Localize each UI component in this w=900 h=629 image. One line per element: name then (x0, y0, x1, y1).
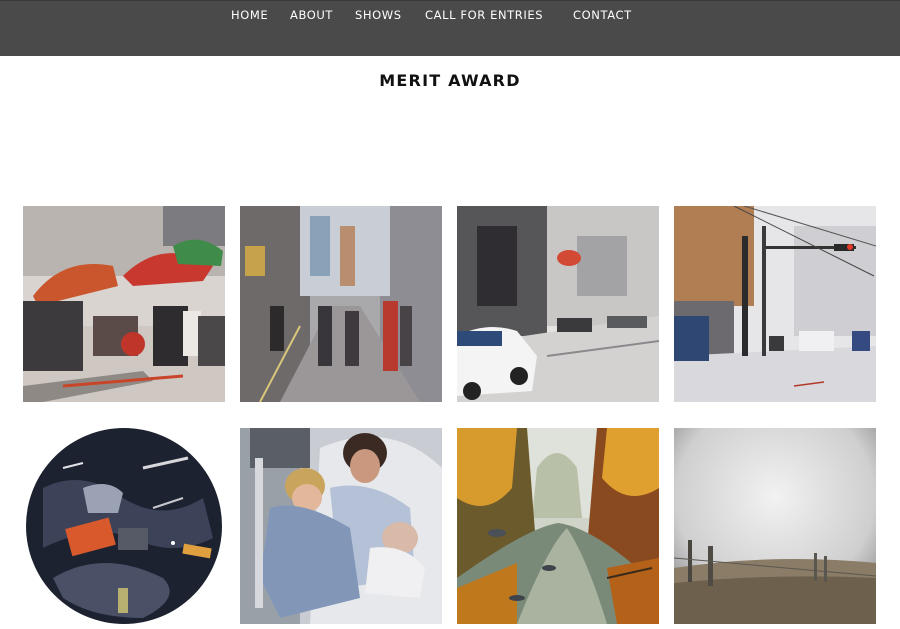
artwork-thumbnail-2[interactable] (240, 206, 442, 402)
nav-about-link[interactable]: ABOUT (290, 8, 333, 22)
artwork-image-5 (23, 428, 225, 624)
artwork-image-1 (23, 206, 225, 402)
page-title: MERIT AWARD (379, 71, 521, 90)
top-nav-bar: HOME ABOUT SHOWS CALL FOR ENTRIES CONTAC… (0, 0, 900, 56)
artwork-image-8 (674, 428, 876, 624)
artwork-thumbnail-7[interactable] (457, 428, 659, 624)
artwork-image-6 (240, 428, 442, 624)
artwork-thumbnail-4[interactable] (674, 206, 876, 402)
artwork-image-2 (240, 206, 442, 402)
artwork-image-3 (457, 206, 659, 402)
nav-shows-link[interactable]: SHOWS (355, 8, 402, 22)
artwork-thumbnail-1[interactable] (23, 206, 225, 402)
nav-home-link[interactable]: HOME (231, 8, 268, 22)
artwork-thumbnail-8[interactable] (674, 428, 876, 624)
nav-contact-link[interactable]: CONTACT (573, 8, 632, 22)
artwork-thumbnail-5[interactable] (23, 428, 225, 624)
nav-call-for-entries-link[interactable]: CALL FOR ENTRIES (425, 8, 543, 22)
artwork-image-7 (457, 428, 659, 624)
artwork-thumbnail-6[interactable] (240, 428, 442, 624)
artwork-thumbnail-3[interactable] (457, 206, 659, 402)
artwork-image-4 (674, 206, 876, 402)
